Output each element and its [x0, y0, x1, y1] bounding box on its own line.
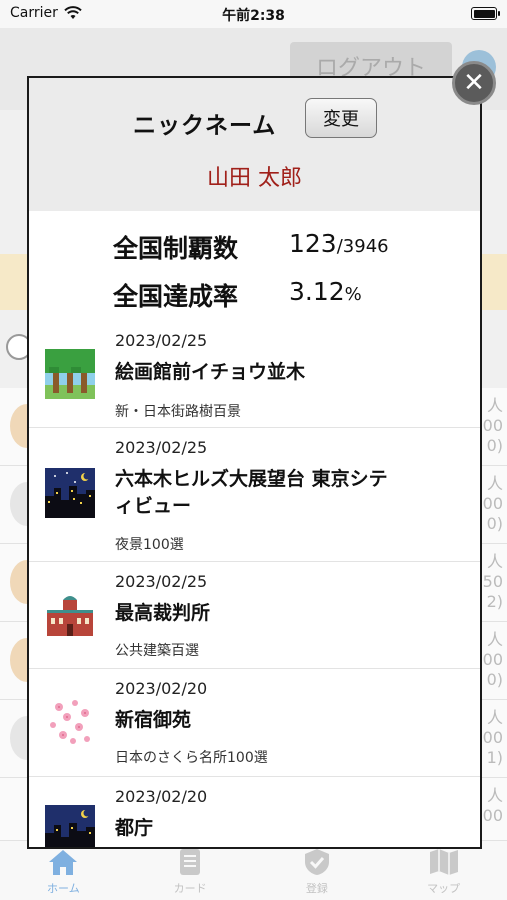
- visit-history-list: 2023/02/25 絵画館前イチョウ並木 新・日本街路樹百景 2023/02/…: [29, 321, 480, 847]
- nickname-value: 山田 太郎: [207, 166, 302, 191]
- visit-date: 2023/02/25: [115, 572, 208, 591]
- change-nickname-button[interactable]: 変更: [305, 98, 377, 138]
- close-icon: ✕: [463, 68, 485, 98]
- rate-label: 全国達成率: [113, 282, 239, 311]
- visit-category: 日本のさくら名所100選: [115, 750, 268, 766]
- conquest-label: 全国制覇数: [113, 234, 239, 263]
- tab-label: マップ: [427, 882, 461, 895]
- night-city-icon: [45, 468, 95, 518]
- modal-header: ニックネーム 変更 山田 太郎: [29, 78, 480, 211]
- tab-label: 登録: [305, 882, 328, 895]
- list-item[interactable]: 2023/02/20 新宿御苑 日本のさくら名所100選: [29, 669, 480, 777]
- building-icon: [45, 590, 95, 640]
- stats-section: 全国制覇数 123/3946 全国達成率 3.12%: [29, 211, 480, 321]
- list-item[interactable]: 2023/02/20 都庁: [29, 777, 480, 847]
- badge-icon: [304, 849, 329, 875]
- rate-value: 3.12%: [289, 277, 362, 306]
- nickname-label: ニックネーム: [133, 113, 277, 139]
- visit-title: 都庁: [115, 817, 154, 839]
- visit-title: 六本木ヒルズ大展望台 東京シティビュー: [115, 468, 388, 517]
- tab-home[interactable]: ホーム: [0, 841, 127, 900]
- status-bar: Carrier 午前2:38: [0, 0, 507, 28]
- home-icon: [49, 850, 78, 875]
- visit-title: 絵画館前イチョウ並木: [115, 361, 306, 383]
- visit-title: 最高裁判所: [115, 602, 211, 624]
- visit-date: 2023/02/20: [115, 679, 208, 698]
- tab-map[interactable]: マップ: [380, 841, 507, 900]
- visit-date: 2023/02/25: [115, 438, 208, 457]
- map-icon: [429, 849, 458, 875]
- tab-card[interactable]: カード: [127, 841, 254, 900]
- tree-icon: [45, 349, 95, 399]
- night-city-icon: [45, 805, 95, 847]
- profile-modal: ニックネーム 変更 山田 太郎 全国制覇数 123/3946 全国達成率 3.1…: [27, 76, 482, 849]
- tab-label: カード: [173, 882, 207, 895]
- tab-bar: ホーム カード 登録 マップ: [0, 840, 507, 900]
- clock: 午前2:38: [222, 8, 285, 24]
- conquest-value: 123/3946: [289, 229, 389, 258]
- list-item[interactable]: 2023/02/25 最高裁判所 公共建築百選: [29, 562, 480, 669]
- tab-register[interactable]: 登録: [254, 841, 381, 900]
- list-item[interactable]: 2023/02/25 絵画館前イチョウ並木 新・日本街路樹百景: [29, 321, 480, 428]
- visit-date: 2023/02/25: [115, 331, 208, 350]
- visit-date: 2023/02/20: [115, 787, 208, 806]
- tab-label: ホーム: [47, 882, 80, 895]
- list-item[interactable]: 2023/02/25 六本木ヒルズ大展望台 東京シティビュー 夜景100選: [29, 428, 480, 562]
- close-button[interactable]: ✕: [452, 61, 496, 105]
- card-icon: [180, 849, 201, 875]
- sakura-icon: [45, 697, 95, 747]
- visit-title: 新宿御苑: [115, 709, 192, 731]
- visit-category: 夜景100選: [115, 537, 184, 553]
- visit-category: 新・日本街路樹百景: [115, 404, 241, 420]
- visit-category: 公共建築百選: [115, 643, 199, 659]
- battery-icon: [471, 7, 500, 20]
